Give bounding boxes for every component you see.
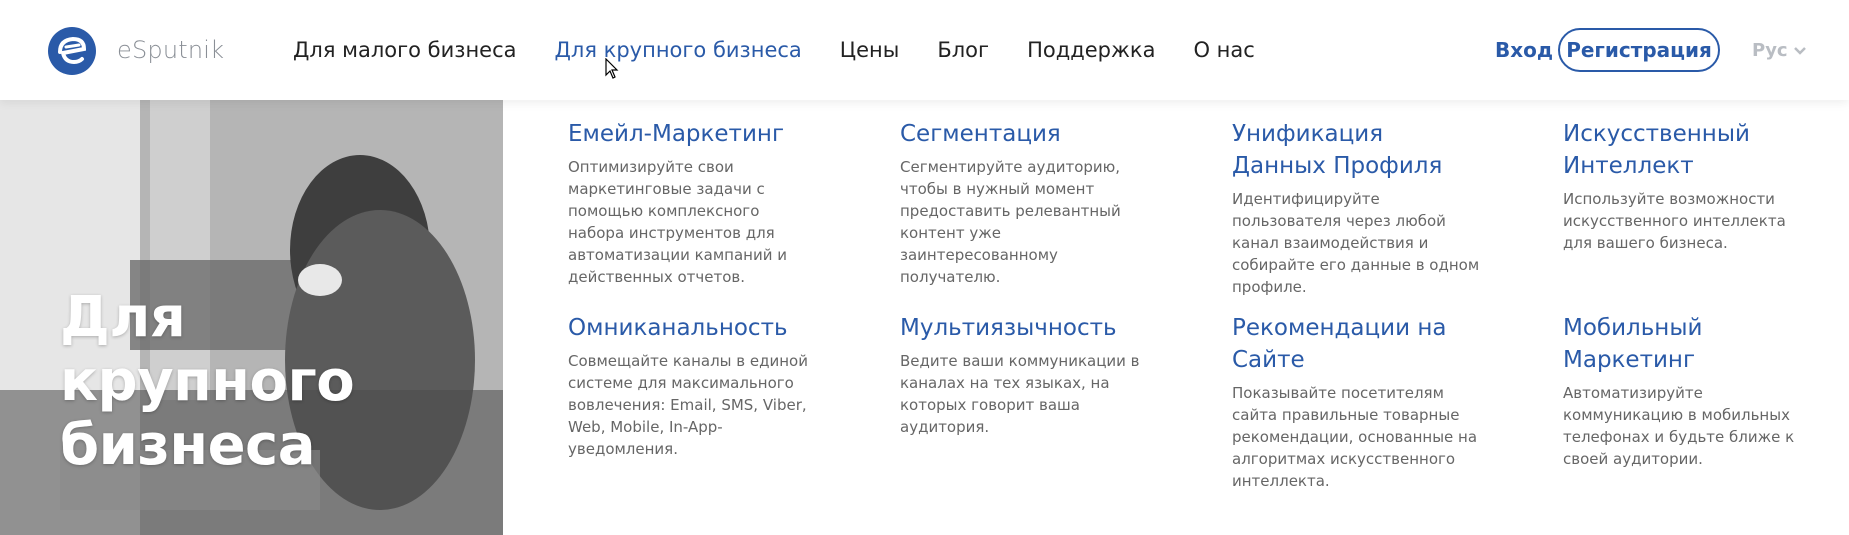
main-nav: Для малого бизнеса Для крупного бизнеса … xyxy=(293,0,1293,100)
menu-item-description: Показывайте посетителям сайта правильные… xyxy=(1232,384,1478,490)
menu-item-description: Сегментируйте аудиторию, чтобы в нужный … xyxy=(900,158,1121,286)
menu-item-description: Автоматизируйте коммуникацию в мобильных… xyxy=(1563,384,1795,468)
nav-item-small-business[interactable]: Для малого бизнеса xyxy=(293,38,517,62)
menu-item-omnichannel[interactable]: Омниканальность Совмещайте каналы в един… xyxy=(568,312,818,460)
menu-item-mobile-marketing[interactable]: Мобильный Маркетинг Автоматизируйте комм… xyxy=(1563,312,1813,470)
chevron-down-icon xyxy=(1793,46,1806,55)
hero-title-line: бизнеса xyxy=(60,413,316,478)
menu-item-title[interactable]: Емейл-Маркетинг xyxy=(568,118,818,150)
nav-item-pricing[interactable]: Цены xyxy=(840,38,900,62)
login-link[interactable]: Вход xyxy=(1495,38,1553,62)
menu-item-title[interactable]: Сегментация xyxy=(900,118,1150,150)
brand-name[interactable]: eSputnik xyxy=(117,36,224,64)
menu-item-title[interactable]: Мобильный Маркетинг xyxy=(1563,312,1813,376)
menu-item-profile-data-unification[interactable]: Унификация Данных Профиля Идентифицируйт… xyxy=(1232,118,1482,298)
hero-title-line: Для xyxy=(60,285,186,350)
menu-item-multilanguage[interactable]: Мультиязычность Ведите ваши коммуникации… xyxy=(900,312,1150,438)
menu-item-description: Оптимизируйте свои маркетинговые задачи … xyxy=(568,158,787,286)
menu-item-description: Используйте возможности искусственного и… xyxy=(1563,190,1786,252)
nav-item-large-business[interactable]: Для крупного бизнеса xyxy=(555,38,802,62)
mouse-pointer-icon xyxy=(605,58,619,79)
hero-title-line: крупного xyxy=(60,349,355,414)
menu-item-title[interactable]: Рекомендации на Сайте xyxy=(1232,312,1482,376)
esputnik-logo-icon[interactable] xyxy=(46,25,98,77)
nav-item-support[interactable]: Поддержка xyxy=(1027,38,1155,62)
menu-item-site-recommendations[interactable]: Рекомендации на Сайте Показывайте посети… xyxy=(1232,312,1482,492)
top-navigation-bar: eSputnik Для малого бизнеса Для крупного… xyxy=(0,0,1849,100)
hero-image-panel: Для крупного бизнеса xyxy=(0,100,503,535)
menu-item-description: Идентифицируйте пользователя через любой… xyxy=(1232,190,1480,296)
language-selector[interactable]: Рус xyxy=(1752,40,1807,61)
menu-item-title[interactable]: Омниканальность xyxy=(568,312,818,344)
menu-item-title[interactable]: Мультиязычность xyxy=(900,312,1150,344)
register-button[interactable]: Регистрация xyxy=(1558,28,1720,72)
nav-item-blog[interactable]: Блог xyxy=(937,38,989,62)
menu-item-description: Совмещайте каналы в единой системе для м… xyxy=(568,352,808,458)
menu-item-title[interactable]: Унификация Данных Профиля xyxy=(1232,118,1482,182)
menu-item-description: Ведите ваши коммуникации в каналах на те… xyxy=(900,352,1140,436)
hero-title: Для крупного бизнеса xyxy=(60,285,355,478)
menu-item-artificial-intelligence[interactable]: Искусственный Интеллект Используйте возм… xyxy=(1563,118,1813,254)
menu-item-title[interactable]: Искусственный Интеллект xyxy=(1563,118,1813,182)
nav-item-about[interactable]: О нас xyxy=(1193,38,1254,62)
menu-item-email-marketing[interactable]: Емейл-Маркетинг Оптимизируйте свои марке… xyxy=(568,118,818,288)
menu-item-segmentation[interactable]: Сегментация Сегментируйте аудиторию, что… xyxy=(900,118,1150,288)
language-label: Рус xyxy=(1752,40,1788,61)
